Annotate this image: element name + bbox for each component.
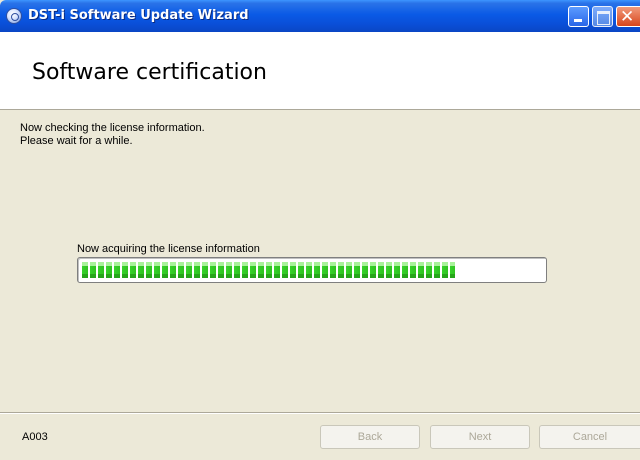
minimize-icon[interactable] — [568, 6, 589, 27]
close-icon[interactable]: ✕ — [616, 6, 640, 27]
wizard-window: DST-i Software Update Wizard ✕ Software … — [0, 0, 640, 460]
maximize-icon[interactable] — [592, 6, 613, 27]
message-line-2: Please wait for a while. — [20, 135, 133, 147]
back-button[interactable]: Back — [320, 425, 420, 449]
message-line-1: Now checking the license information. — [20, 122, 205, 134]
status-code: A003 — [22, 431, 48, 443]
progress-bar — [77, 257, 547, 283]
wizard-header: Software certification — [0, 32, 640, 110]
cancel-button[interactable]: Cancel — [539, 425, 640, 449]
footer-divider — [0, 412, 640, 414]
close-glyph: ✕ — [620, 7, 635, 27]
window-title: DST-i Software Update Wizard — [28, 8, 249, 23]
title-bar[interactable]: DST-i Software Update Wizard ✕ — [0, 0, 640, 32]
progress-fill — [82, 262, 455, 278]
page-title: Software certification — [32, 60, 267, 85]
next-button[interactable]: Next — [430, 425, 530, 449]
app-icon[interactable] — [6, 8, 22, 24]
progress-label: Now acquiring the license information — [77, 243, 260, 255]
